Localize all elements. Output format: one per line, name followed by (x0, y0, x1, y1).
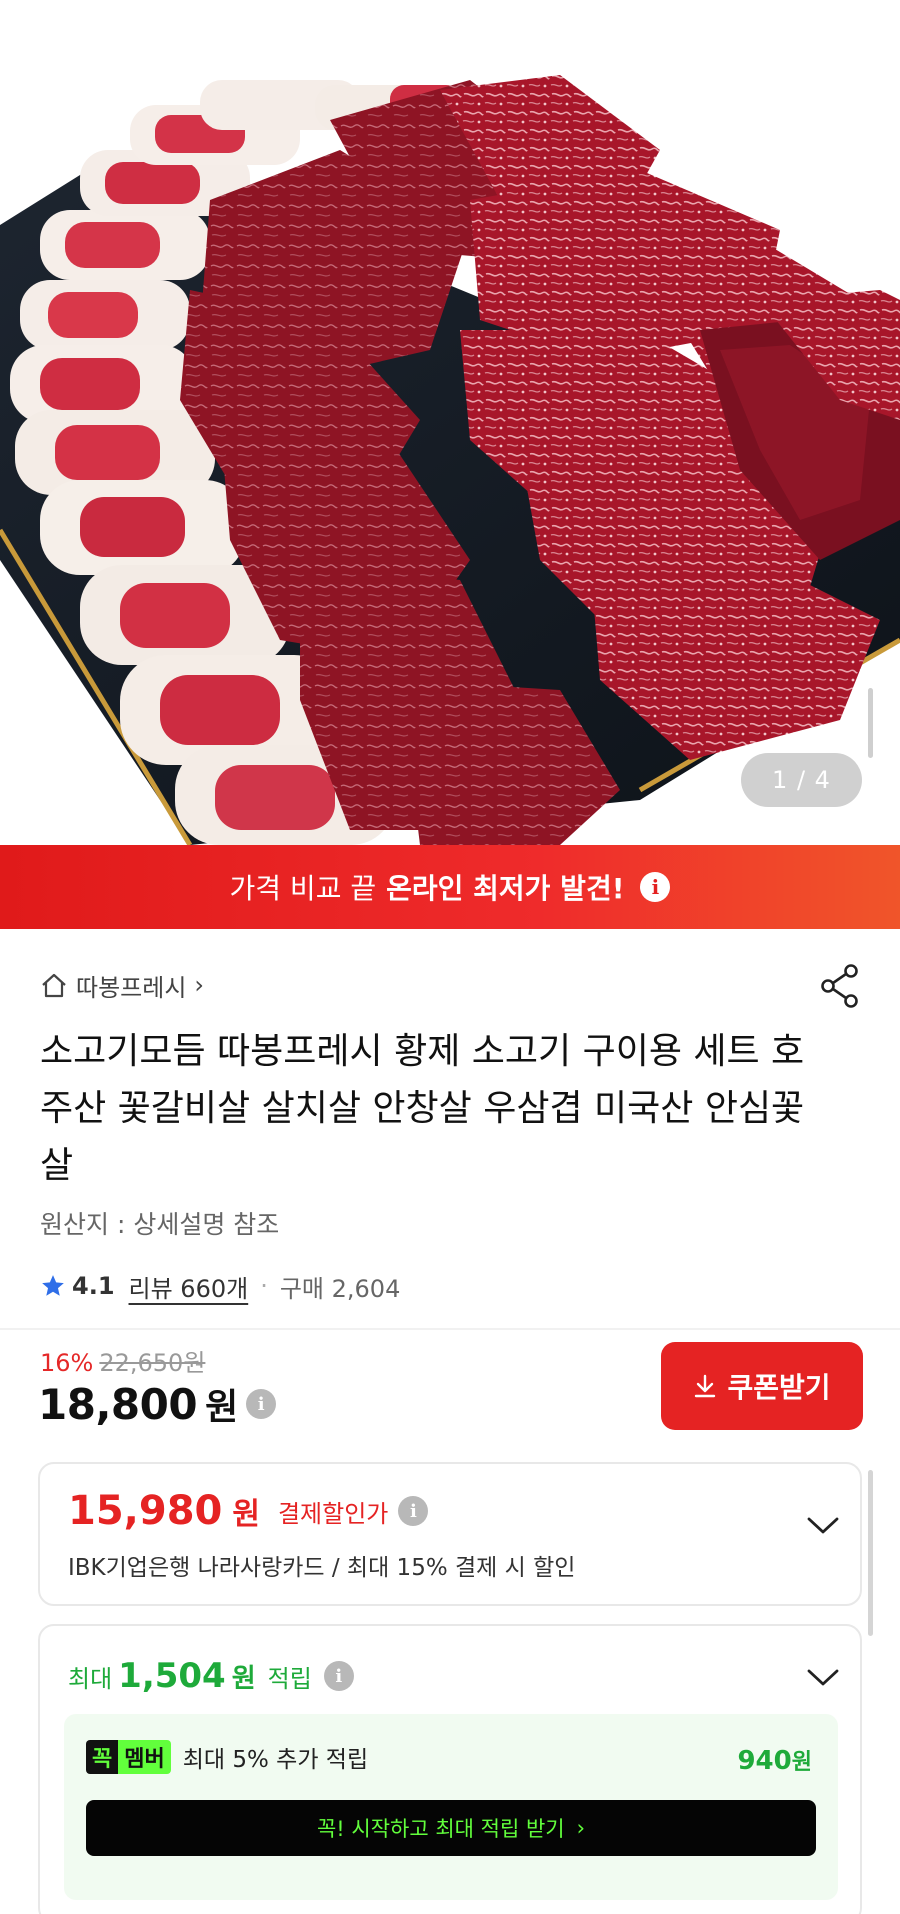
card-discount-info-icon[interactable]: i (398, 1496, 429, 1526)
card-discount-description: IBK기업은행 나라사랑카드 / 최대 15% 결제 시 할인 (68, 1555, 576, 1581)
membership-badge: 꼭 멤버 (86, 1740, 171, 1774)
membership-points-unit: 원 (791, 1750, 812, 1775)
original-price: 22,650원 (99, 1349, 206, 1377)
membership-promo: 꼭 멤버 최대 5% 추가 적립 940원 꼭! 시작하고 최대 적립 받기 › (64, 1714, 838, 1900)
price-info-icon[interactable]: i (246, 1389, 277, 1419)
chevron-down-icon[interactable] (806, 1668, 840, 1688)
reward-unit: 원 (231, 1663, 256, 1694)
image-counter: 1 / 4 (741, 753, 862, 807)
banner-highlight: 온라인 최저가 발견! (386, 872, 625, 905)
membership-points-row: 940원 (737, 1744, 812, 1776)
chevron-down-icon[interactable] (806, 1516, 840, 1536)
purchase-count: 구매 2,604 (279, 1274, 401, 1303)
coupon-button-label: 쿠폰받기 (727, 1371, 831, 1404)
product-image-gallery[interactable]: 1 / 4 (0, 0, 900, 845)
badge-part-a: 꼭 (86, 1740, 119, 1774)
download-icon (695, 1374, 716, 1398)
rating-score: 4.1 (72, 1272, 115, 1300)
discount-percent: 16% (40, 1349, 94, 1377)
store-name: 따봉프레시 (76, 973, 187, 1002)
banner-prefix: 가격 비교 끝 (229, 872, 377, 905)
product-image (0, 75, 900, 845)
card-discount-panel[interactable]: 15,980 원 결제할인가 i IBK기업은행 나라사랑카드 / 최대 15%… (38, 1462, 862, 1606)
product-origin: 원산지 : 상세설명 참조 (40, 1210, 280, 1239)
membership-points: 940 (737, 1746, 792, 1776)
separator-dot: · (260, 1272, 268, 1300)
lowest-price-banner[interactable]: 가격 비교 끝 온라인 최저가 발견! i (0, 845, 900, 929)
chevron-right-icon: › (194, 971, 205, 999)
gallery-scrollbar[interactable] (868, 688, 873, 758)
info-icon[interactable]: i (640, 872, 671, 902)
chevron-right-icon: › (576, 1816, 586, 1840)
reward-info-icon[interactable]: i (323, 1661, 354, 1691)
rating-row: 4.1 리뷰 660개 · 구매 2,604 (40, 1268, 400, 1304)
start-button-label: 꼭! 시작하고 최대 적립 받기 (316, 1817, 565, 1841)
current-price-unit: 원 (205, 1387, 239, 1428)
badge-part-b: 멤버 (118, 1740, 171, 1774)
product-title: 소고기모듬 따봉프레시 황제 소고기 구이용 세트 호주산 꽃갈비살 살치살 안… (40, 1031, 805, 1186)
reward-suffix: 적립 (267, 1664, 312, 1693)
membership-text: 최대 5% 추가 적립 (182, 1747, 369, 1773)
home-icon (42, 973, 66, 998)
card-discount-unit: 원 (232, 1497, 260, 1532)
reward-points-panel[interactable]: 최대 1,504 원 적립 i 꼭 멤버 최대 5% 추가 적립 940원 꼭!… (38, 1624, 862, 1914)
coupon-download-button[interactable]: 쿠폰받기 (661, 1342, 863, 1430)
current-price-row: 18,800 원 i (38, 1378, 277, 1430)
star-icon (42, 1275, 64, 1296)
review-count-link[interactable]: 리뷰 660개 (129, 1269, 249, 1304)
start-membership-button[interactable]: 꼭! 시작하고 최대 적립 받기 › (86, 1800, 816, 1856)
current-price: 18,800 (38, 1379, 198, 1429)
share-icon[interactable] (818, 962, 862, 1010)
store-link[interactable]: 따봉프레시 › (40, 965, 204, 1005)
card-discount-label: 결제할인가 (277, 1499, 389, 1528)
page-scrollbar[interactable] (868, 1470, 873, 1636)
card-discount-price: 15,980 (68, 1488, 223, 1534)
discount-row: 16% 22,650원 (40, 1343, 205, 1378)
section-divider (0, 1328, 900, 1330)
reward-prefix: 최대 (68, 1664, 113, 1693)
reward-points: 1,504 (118, 1656, 226, 1696)
